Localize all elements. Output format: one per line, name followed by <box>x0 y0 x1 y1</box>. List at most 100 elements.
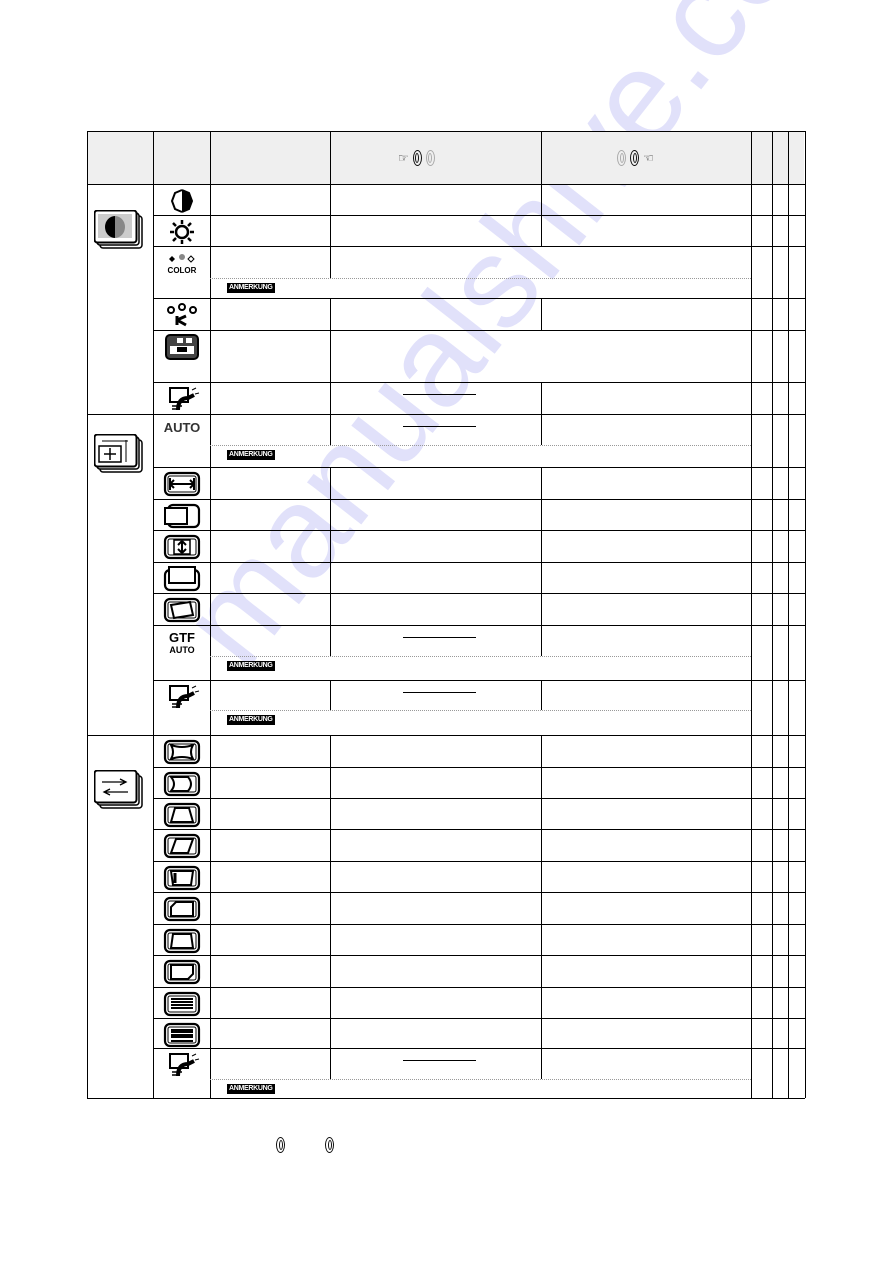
label-column-rule <box>210 767 211 798</box>
moire-h-icon <box>163 991 200 1017</box>
label-column-rule <box>210 215 211 246</box>
value-column-rule <box>330 798 331 829</box>
label-column-rule <box>210 184 211 215</box>
row-divider <box>153 1018 805 1019</box>
header-bottom-border <box>87 184 805 185</box>
gtf-auto-icon: GTFAUTO <box>169 630 195 655</box>
value-column-rule <box>330 924 331 955</box>
bottom-corner-icon <box>163 928 200 954</box>
note-divider <box>210 710 751 711</box>
value-column-rule <box>330 767 331 798</box>
value-column-rule <box>330 861 331 892</box>
minus-plus-column-rule <box>541 1048 542 1079</box>
header-column-rule <box>772 131 773 184</box>
parallelogram-icon <box>163 833 200 859</box>
label-column-rule <box>210 499 211 530</box>
row-divider <box>153 798 805 799</box>
label-column-rule <box>210 892 211 924</box>
minus-plus-column-rule <box>541 829 542 861</box>
svg-text:COLOR: COLOR <box>167 266 196 275</box>
minus-plus-column-rule <box>541 530 542 562</box>
header-minus-column: ☞ <box>398 150 435 166</box>
header-column-rule <box>87 131 88 184</box>
pincushion-icon <box>163 739 200 765</box>
table-left-border <box>87 184 88 1098</box>
header-column-rule <box>788 131 789 184</box>
value-column-rule <box>330 1018 331 1048</box>
blank-fill-line <box>403 637 476 638</box>
minus-plus-column-rule <box>541 861 542 892</box>
value-column-rule <box>330 562 331 593</box>
table-header <box>88 132 804 184</box>
row-divider <box>153 625 805 626</box>
label-column-rule <box>210 829 211 861</box>
minus-plus-column-rule <box>541 735 542 767</box>
label-column-rule <box>210 530 211 562</box>
label-column-rule <box>210 414 211 467</box>
minus-button-icon <box>412 150 422 166</box>
table-top-border <box>87 131 805 132</box>
row-divider <box>153 562 805 563</box>
svg-text:GTF: GTF <box>169 630 195 645</box>
row-divider <box>153 330 805 331</box>
picture-menu-icon <box>94 210 143 249</box>
plus-button-icon <box>630 150 639 166</box>
label-column-rule <box>210 625 211 680</box>
label-column-rule <box>210 467 211 499</box>
minus-plus-column-rule <box>541 499 542 530</box>
minus-plus-column-rule <box>541 382 542 414</box>
distortion-reset-icon <box>168 1053 199 1077</box>
check-column-rule <box>788 184 789 1098</box>
svg-text:AUTO: AUTO <box>169 645 194 655</box>
contrast-icon <box>170 189 193 213</box>
blank-fill-line <box>403 426 476 427</box>
minus-button-icon <box>617 150 626 166</box>
value-column-rule <box>330 330 331 382</box>
label-column-rule <box>210 861 211 892</box>
pincushion-balance-icon <box>163 771 200 797</box>
value-column-rule <box>330 892 331 924</box>
label-column-rule <box>210 924 211 955</box>
pointing-hand-left-icon: ☜ <box>643 151 654 165</box>
minus-plus-column-rule <box>541 680 542 710</box>
value-column-rule <box>330 987 331 1018</box>
minus-plus-column-rule <box>541 593 542 625</box>
svg-text:AUTO: AUTO <box>163 420 200 435</box>
distortion-menu-icon <box>94 770 143 809</box>
value-column-rule <box>330 382 331 414</box>
value-column-rule <box>330 955 331 987</box>
color-icon: COLOR <box>167 254 196 275</box>
header-column-rule <box>153 131 154 184</box>
movie-mode-icon <box>164 334 199 360</box>
value-column-rule <box>330 680 331 710</box>
minus-plus-column-rule <box>541 414 542 445</box>
label-column-rule <box>210 798 211 829</box>
footer-plus-button-icon <box>325 1136 334 1154</box>
bottom-corner-balance-icon <box>163 959 200 985</box>
minus-plus-column-rule <box>541 184 542 215</box>
value-column-rule <box>330 414 331 445</box>
value-column-rule <box>330 298 331 330</box>
row-divider <box>153 246 805 247</box>
anmerkung-note-label: ANMERKUNG <box>227 283 275 293</box>
label-column-rule <box>210 330 211 382</box>
minus-plus-column-rule <box>541 987 542 1018</box>
label-column-rule <box>210 298 211 330</box>
footer-minus-button-icon <box>276 1136 285 1154</box>
row-divider <box>153 829 805 830</box>
section-divider <box>87 414 805 415</box>
minus-plus-column-rule <box>541 215 542 246</box>
top-corner-icon <box>163 865 200 891</box>
check-column-rule <box>751 184 752 1098</box>
size-position-menu-icon <box>94 434 143 473</box>
value-column-rule <box>330 530 331 562</box>
section-divider <box>87 735 805 736</box>
row-divider <box>153 499 805 500</box>
blank-fill-line <box>403 394 476 395</box>
header-column-rule <box>805 131 806 184</box>
h-size-icon <box>163 471 200 497</box>
value-column-rule <box>330 593 331 625</box>
row-divider <box>153 892 805 893</box>
anmerkung-note-label: ANMERKUNG <box>227 715 275 725</box>
rotation-icon <box>163 597 200 623</box>
